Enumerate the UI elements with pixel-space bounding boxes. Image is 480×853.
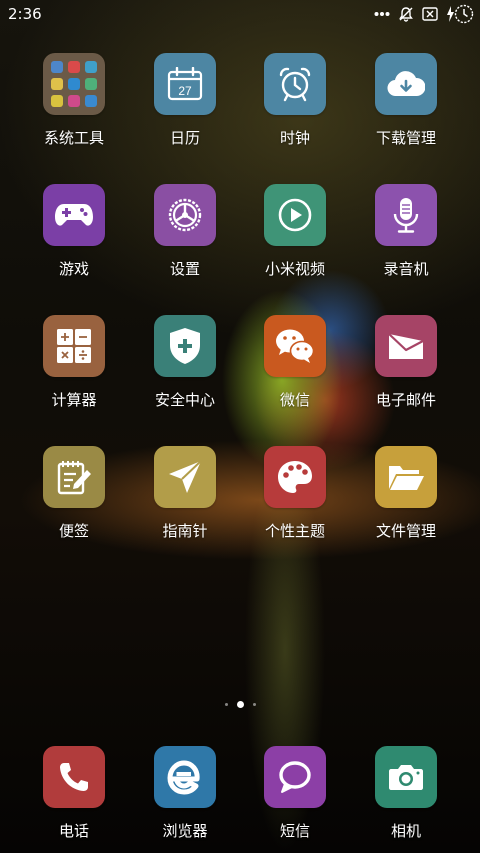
app-tile[interactable] xyxy=(43,746,105,808)
app-label: 电子邮件 xyxy=(375,391,436,409)
app-tile[interactable] xyxy=(43,315,105,377)
app-tile[interactable] xyxy=(264,184,326,246)
app-calendar[interactable]: 27 日历 xyxy=(130,53,240,148)
app-tile[interactable] xyxy=(375,446,437,508)
app-notes[interactable]: 便签 xyxy=(19,446,129,541)
dock-app-browser[interactable]: 浏览器 xyxy=(130,746,240,841)
wechat-icon xyxy=(276,329,315,363)
status-time: 2:36 xyxy=(8,5,42,23)
play-circle-icon xyxy=(278,198,312,232)
app-tile[interactable] xyxy=(154,184,216,246)
app-tile[interactable] xyxy=(264,315,326,377)
more-dots-icon xyxy=(374,11,390,17)
app-tile[interactable] xyxy=(43,184,105,246)
app-label: 安全中心 xyxy=(154,391,215,409)
app-label: 个性主题 xyxy=(264,522,325,540)
app-wechat[interactable]: 微信 xyxy=(240,315,350,410)
app-tile[interactable] xyxy=(264,53,326,115)
app-compass[interactable]: 指南针 xyxy=(130,446,240,541)
app-themes[interactable]: 个性主题 xyxy=(240,446,350,541)
app-label: 相机 xyxy=(390,822,421,840)
paper-plane-icon xyxy=(169,460,202,493)
microphone-icon xyxy=(393,198,419,233)
app-label: 指南针 xyxy=(162,522,208,540)
app-label: 下载管理 xyxy=(375,129,436,147)
page-dot-active[interactable] xyxy=(236,701,244,708)
app-label: 浏览器 xyxy=(162,822,208,840)
app-security-center[interactable]: 安全中心 xyxy=(130,315,240,410)
app-label: 微信 xyxy=(279,391,310,409)
status-bar: 2:36 xyxy=(0,0,480,28)
app-tile[interactable] xyxy=(375,746,437,808)
app-download-manager[interactable]: 下载管理 xyxy=(351,53,461,148)
battery-charging-icon xyxy=(446,4,474,24)
gamepad-icon xyxy=(55,204,93,226)
message-bubble-icon xyxy=(279,761,311,793)
phone-icon xyxy=(60,763,88,791)
app-clock[interactable]: 时钟 xyxy=(240,53,350,148)
app-label: 系统工具 xyxy=(43,129,104,147)
app-tile[interactable] xyxy=(375,53,437,115)
calculator-icon xyxy=(57,329,91,363)
app-recorder[interactable]: 录音机 xyxy=(351,184,461,279)
app-tile[interactable] xyxy=(375,184,437,246)
app-label: 设置 xyxy=(169,260,200,278)
dock-app-messages[interactable]: 短信 xyxy=(240,746,350,841)
page-indicator[interactable] xyxy=(0,701,480,708)
palette-icon xyxy=(278,461,312,493)
app-tile[interactable]: 27 xyxy=(154,53,216,115)
alarm-clock-icon xyxy=(279,67,311,102)
page-dot[interactable] xyxy=(252,703,256,706)
camera-icon xyxy=(389,765,423,790)
app-tile[interactable] xyxy=(264,446,326,508)
app-tile[interactable] xyxy=(375,315,437,377)
browser-e-icon xyxy=(167,760,200,795)
notifications-off-icon xyxy=(398,6,414,22)
shield-plus-icon xyxy=(170,328,200,364)
app-label: 计算器 xyxy=(51,391,97,409)
app-label: 游戏 xyxy=(58,260,89,278)
app-email[interactable]: 电子邮件 xyxy=(351,315,461,410)
app-tile[interactable] xyxy=(43,53,105,115)
app-label: 便签 xyxy=(58,522,89,540)
calendar-icon: 27 xyxy=(167,67,203,101)
app-calculator[interactable]: 计算器 xyxy=(19,315,129,410)
app-file-manager[interactable]: 文件管理 xyxy=(351,446,461,541)
dock-app-camera[interactable]: 相机 xyxy=(351,746,461,841)
app-tile[interactable] xyxy=(43,446,105,508)
note-pencil-icon xyxy=(57,461,91,495)
app-label: 电话 xyxy=(58,822,89,840)
folder-icon xyxy=(51,61,97,107)
sim-missing-icon xyxy=(422,7,438,21)
app-mi-video[interactable]: 小米视频 xyxy=(240,184,350,279)
app-system-tools[interactable]: 系统工具 xyxy=(19,53,129,148)
folder-open-icon xyxy=(389,466,424,490)
app-label: 文件管理 xyxy=(375,522,436,540)
app-label: 录音机 xyxy=(383,260,429,278)
app-tile[interactable] xyxy=(154,315,216,377)
dock-app-phone[interactable]: 电话 xyxy=(19,746,129,841)
steering-gear-icon xyxy=(168,198,202,232)
app-label: 时钟 xyxy=(279,129,310,147)
app-label: 日历 xyxy=(169,129,200,147)
status-icons xyxy=(374,4,474,24)
calendar-date: 27 xyxy=(178,84,192,98)
app-games[interactable]: 游戏 xyxy=(19,184,129,279)
cloud-download-icon xyxy=(387,71,425,97)
envelope-icon xyxy=(388,333,424,359)
app-settings[interactable]: 设置 xyxy=(130,184,240,279)
app-label: 短信 xyxy=(279,822,310,840)
app-tile[interactable] xyxy=(154,446,216,508)
page-dot[interactable] xyxy=(224,703,228,706)
app-tile[interactable] xyxy=(264,746,326,808)
app-label: 小米视频 xyxy=(264,260,325,278)
app-tile[interactable] xyxy=(154,746,216,808)
